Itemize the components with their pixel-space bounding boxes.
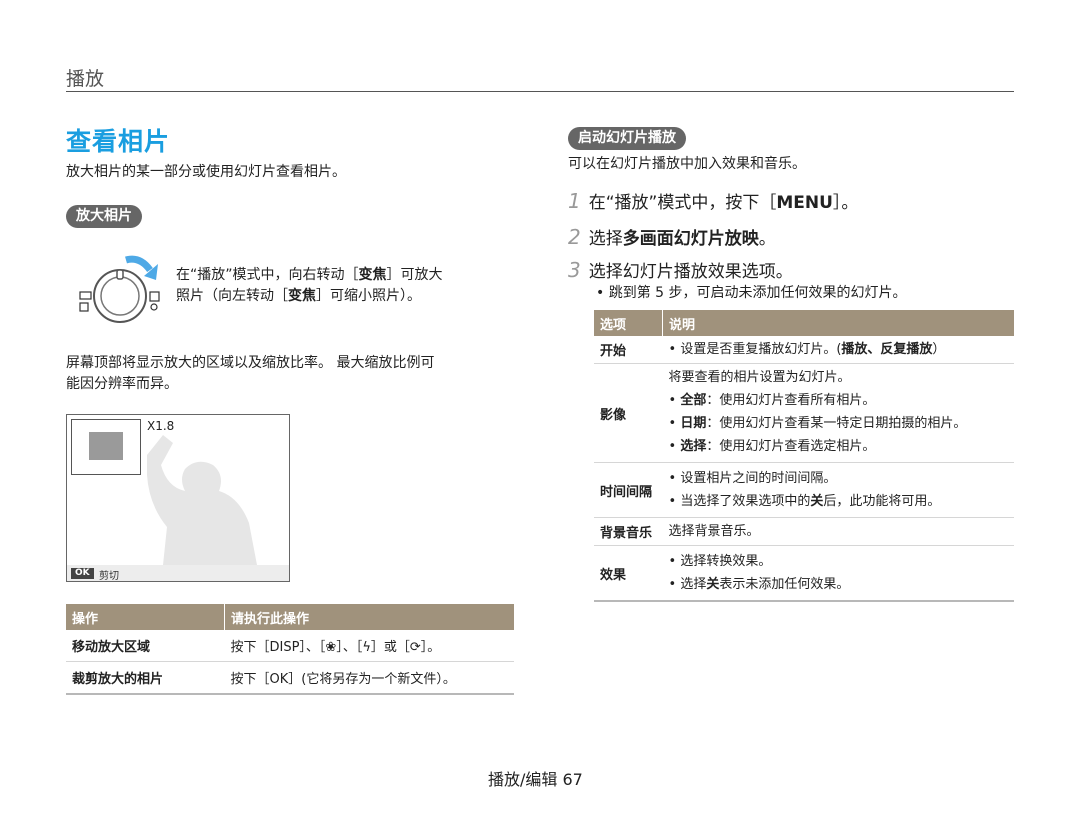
table-row: 裁剪放大的相片 按下［OK］(它将另存为一个新文件）。 bbox=[66, 661, 514, 695]
table-header: 说明 bbox=[662, 310, 1014, 336]
table-row: 移动放大区域 按下［DISP］、［❀］、［ϟ］或［⟳］。 bbox=[66, 630, 514, 662]
slideshow-section-tag: 启动幻灯片播放 bbox=[568, 127, 686, 150]
table-row: 开始 设置是否重复播放幻灯片。(播放、反复播放） bbox=[594, 336, 1014, 364]
table-cell: 背景音乐 bbox=[594, 517, 663, 546]
zoom-dial-icon bbox=[79, 255, 160, 323]
table-row: 效果 选择转换效果。 选择关表示未添加任何效果。 bbox=[594, 545, 1014, 602]
table-header: 选项 bbox=[594, 310, 663, 336]
slideshow-intro: 可以在幻灯片播放中加入效果和音乐。 bbox=[568, 156, 806, 172]
table-cell: 影像 bbox=[594, 363, 663, 463]
table-header: 操作 bbox=[66, 604, 225, 630]
table-row: 背景音乐 选择背景音乐。 bbox=[594, 517, 1014, 546]
step-2: 2 选择多画面幻灯片放映。 bbox=[568, 225, 776, 249]
zoom-operations-table: 操作 请执行此操作 移动放大区域 按下［DISP］、［❀］、［ϟ］或［⟳］。 裁… bbox=[66, 604, 514, 695]
page-footer: 播放/编辑 67 bbox=[488, 770, 583, 789]
step-3: 3 选择幻灯片播放效果选项。 bbox=[568, 258, 793, 282]
zoom-area-indicator bbox=[89, 432, 123, 460]
page-intro: 放大相片的某一部分或使用幻灯片查看相片。 bbox=[66, 164, 346, 180]
zoom-section-tag: 放大相片 bbox=[66, 205, 142, 228]
zoom-ratio: X1.8 bbox=[147, 419, 175, 433]
zoom-preview-screen: X1.8 OK 剪切 bbox=[66, 414, 290, 582]
step-3-note: • 跳到第 5 步，可启动未添加任何效果的幻灯片。 bbox=[596, 285, 907, 301]
person-silhouette-icon bbox=[147, 435, 257, 565]
table-cell: 设置相片之间的时间间隔。 当选择了效果选项中的关后，此功能将可用。 bbox=[662, 462, 1014, 518]
table-header: 请执行此操作 bbox=[224, 604, 514, 630]
step-1: 1 在“播放”模式中，按下［MENU］。 bbox=[568, 189, 859, 213]
slideshow-options-table: 选项 说明 开始 设置是否重复播放幻灯片。(播放、反复播放） 影像 将要查看的相… bbox=[594, 310, 1014, 602]
zoom-thumbnail bbox=[71, 419, 141, 475]
page-title: 查看相片 bbox=[66, 127, 171, 156]
table-cell: 效果 bbox=[594, 545, 663, 602]
dial-instruction: 在“播放”模式中，向右转动［变焦］可放大 照片（向左转动［变焦］可缩小照片）。 bbox=[176, 267, 443, 304]
table-cell: 裁剪放大的相片 bbox=[66, 661, 225, 695]
table-cell: 设置是否重复播放幻灯片。(播放、反复播放） bbox=[662, 336, 1014, 364]
table-cell: 时间间隔 bbox=[594, 462, 663, 518]
table-cell: 按下［OK］(它将另存为一个新文件）。 bbox=[224, 661, 514, 695]
table-cell: 选择转换效果。 选择关表示未添加任何效果。 bbox=[662, 545, 1014, 602]
table-cell: 开始 bbox=[594, 336, 663, 364]
chapter-title: 播放 bbox=[66, 68, 105, 90]
table-cell: 按下［DISP］、［❀］、［ϟ］或［⟳］。 bbox=[224, 630, 514, 662]
ok-key-icon: OK bbox=[71, 568, 94, 579]
table-cell: 移动放大区域 bbox=[66, 630, 225, 662]
table-row: 影像 将要查看的相片设置为幻灯片。 全部：使用幻灯片查看所有相片。 日期：使用幻… bbox=[594, 363, 1014, 463]
zoom-note: 屏幕顶部将显示放大的区域以及缩放比率。 最大缩放比例可 能因分辨率而异。 bbox=[66, 355, 435, 392]
crop-label: 剪切 bbox=[99, 571, 119, 582]
table-cell: 将要查看的相片设置为幻灯片。 全部：使用幻灯片查看所有相片。 日期：使用幻灯片查… bbox=[662, 363, 1014, 463]
header-divider bbox=[66, 91, 1014, 92]
table-cell: 选择背景音乐。 bbox=[662, 517, 1014, 546]
table-row: 时间间隔 设置相片之间的时间间隔。 当选择了效果选项中的关后，此功能将可用。 bbox=[594, 462, 1014, 518]
